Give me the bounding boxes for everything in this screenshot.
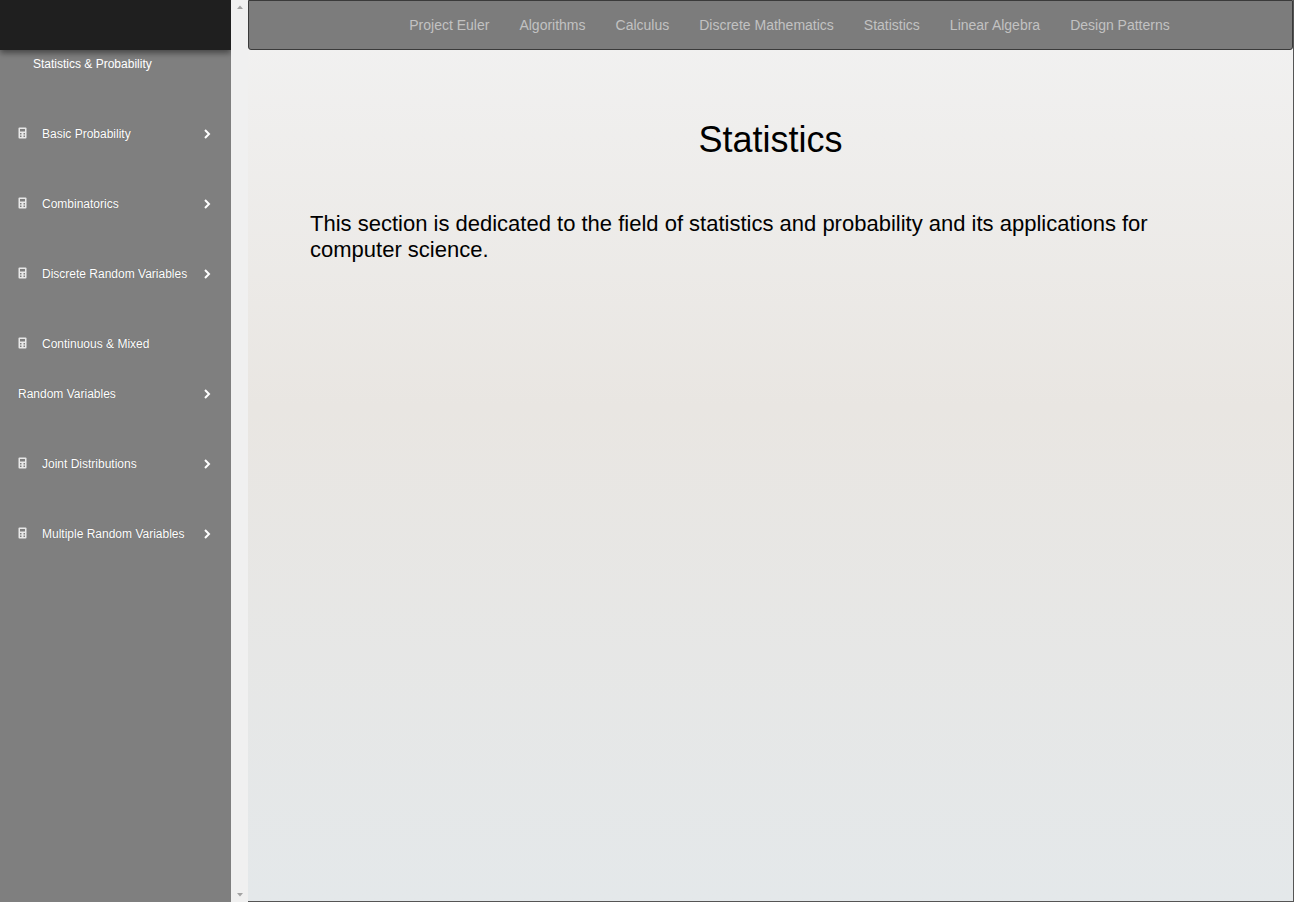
sidebar-scrollbar[interactable]: [231, 0, 248, 902]
sidebar-column: Statistics & Probability Basic Probabilit…: [0, 0, 248, 902]
main-content: Project Euler Algorithms Calculus Discrete …: [248, 0, 1294, 902]
nav-link[interactable]: Project Euler: [409, 17, 489, 33]
chevron-right-icon: [202, 458, 212, 470]
sidebar-item[interactable]: Joint Distributions: [0, 429, 231, 499]
sidebar-item-label: Continuous & Mixed Random Variables: [18, 319, 198, 419]
nav-link[interactable]: Design Patterns: [1070, 17, 1170, 33]
sidebar: Statistics & Probability Basic Probabilit…: [0, 0, 231, 902]
nav-link[interactable]: Calculus: [616, 17, 670, 33]
calculator-icon: [18, 457, 27, 469]
chevron-right-icon: [202, 128, 212, 140]
chevron-right-icon: [202, 198, 212, 210]
nav-link[interactable]: Linear Algebra: [950, 17, 1040, 33]
chevron-right-icon: [202, 388, 212, 400]
sidebar-item[interactable]: Combinatorics: [0, 169, 231, 239]
sidebar-item-label: Multiple Random Variables: [18, 509, 198, 559]
scroll-down-icon[interactable]: [236, 892, 244, 898]
sidebar-item-label: Joint Distributions: [18, 439, 198, 489]
chevron-right-icon: [202, 528, 212, 540]
calculator-icon: [18, 197, 27, 209]
sidebar-top-bar: [0, 0, 231, 50]
page-description: This section is dedicated to the field o…: [248, 211, 1293, 263]
sidebar-item[interactable]: Multiple Random Variables: [0, 499, 231, 569]
nav-link[interactable]: Statistics: [864, 17, 920, 33]
nav-link[interactable]: Algorithms: [519, 17, 585, 33]
page-title: Statistics: [248, 120, 1293, 160]
nav-link[interactable]: Discrete Mathematics: [699, 17, 834, 33]
sidebar-item[interactable]: Basic Probability: [0, 99, 231, 169]
sidebar-item[interactable]: Continuous & Mixed Random Variables: [0, 309, 231, 429]
calculator-icon: [18, 127, 27, 139]
sidebar-item-label: Discrete Random Variables: [18, 249, 198, 299]
chevron-right-icon: [202, 268, 212, 280]
calculator-icon: [18, 267, 27, 279]
sidebar-item[interactable]: Discrete Random Variables: [0, 239, 231, 309]
sidebar-item-label: Combinatorics: [18, 179, 198, 229]
scroll-up-icon[interactable]: [236, 4, 244, 10]
calculator-icon: [18, 527, 27, 539]
sidebar-heading: Statistics & Probability: [0, 50, 231, 99]
calculator-icon: [18, 337, 27, 349]
sidebar-item-label: Basic Probability: [18, 109, 198, 159]
app: Statistics & Probability Basic Probabilit…: [0, 0, 1294, 902]
top-nav: Project Euler Algorithms Calculus Discrete …: [248, 0, 1293, 50]
